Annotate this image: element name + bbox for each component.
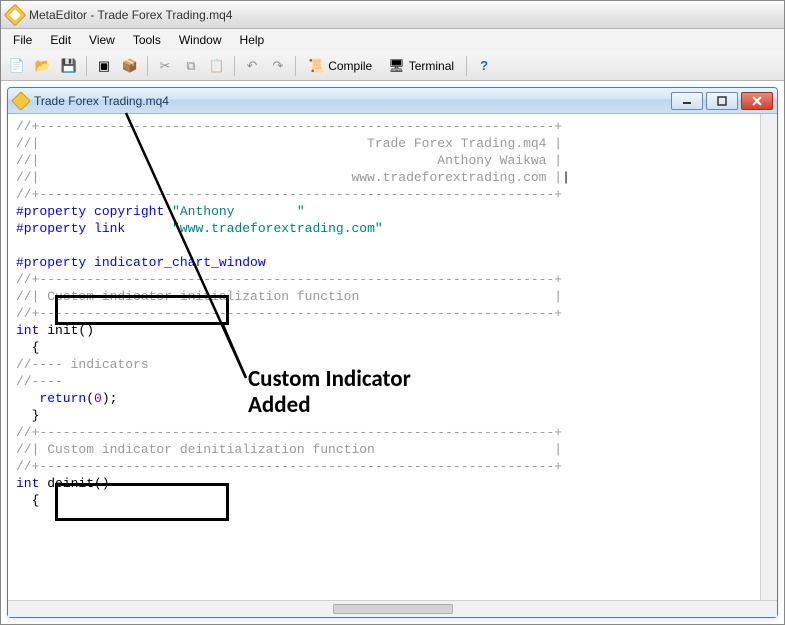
copy-icon: ⧉ bbox=[186, 59, 195, 72]
minimize-icon bbox=[682, 97, 692, 105]
code-line: //| Trade Forex Trading.mq4 | bbox=[16, 136, 562, 151]
code-token: deinit() bbox=[47, 476, 109, 491]
compile-button[interactable]: 📜 Compile bbox=[301, 54, 379, 78]
code-token: init() bbox=[47, 323, 94, 338]
terminal-icon: 🖥 bbox=[388, 59, 405, 72]
copy-button[interactable]: ⧉ bbox=[179, 54, 203, 78]
terminal-label: Terminal bbox=[409, 59, 454, 73]
code-line: //+-------------------------------------… bbox=[16, 306, 562, 321]
code-token: "Anthony " bbox=[172, 204, 305, 219]
paste-button[interactable]: 📋 bbox=[205, 54, 229, 78]
redo-button[interactable]: ↷ bbox=[266, 54, 290, 78]
toolbar-separator bbox=[86, 56, 87, 76]
help-button[interactable]: ? bbox=[472, 54, 496, 78]
close-button[interactable] bbox=[741, 92, 773, 110]
close-icon bbox=[752, 96, 762, 106]
code-token: int bbox=[16, 476, 39, 491]
code-line: //+-------------------------------------… bbox=[16, 119, 562, 134]
code-token: #property bbox=[16, 221, 86, 236]
panel-icon: ▣ bbox=[98, 59, 110, 72]
paste-icon: 📋 bbox=[209, 59, 225, 72]
code-token: ); bbox=[102, 391, 118, 406]
code-token: 0 bbox=[94, 391, 102, 406]
undo-button[interactable]: ↶ bbox=[240, 54, 264, 78]
code-token: indicator_chart_window bbox=[94, 255, 266, 270]
maximize-button[interactable] bbox=[706, 92, 738, 110]
editor-file-title: Trade Forex Trading.mq4 bbox=[34, 94, 671, 108]
maximize-icon bbox=[717, 96, 727, 106]
menu-help[interactable]: Help bbox=[232, 31, 273, 49]
code-line: //| www.tradeforextrading.com | bbox=[16, 170, 562, 185]
open-folder-icon: 📂 bbox=[35, 59, 51, 72]
menu-tools[interactable]: Tools bbox=[125, 31, 169, 49]
window-title: MetaEditor - Trade Forex Trading.mq4 bbox=[29, 8, 232, 22]
menu-edit[interactable]: Edit bbox=[42, 31, 79, 49]
code-token: #property bbox=[16, 255, 86, 270]
terminal-button[interactable]: 🖥 Terminal bbox=[381, 54, 461, 78]
menu-view[interactable]: View bbox=[81, 31, 123, 49]
code-line: //+-------------------------------------… bbox=[16, 272, 562, 287]
title-bar: MetaEditor - Trade Forex Trading.mq4 bbox=[1, 1, 784, 29]
help-icon: ? bbox=[480, 59, 488, 72]
new-file-button[interactable]: 📄 bbox=[5, 54, 29, 78]
code-token: { bbox=[16, 493, 39, 508]
code-token: return bbox=[16, 391, 86, 406]
editor-title-bar[interactable]: Trade Forex Trading.mq4 bbox=[8, 88, 777, 114]
menu-window[interactable]: Window bbox=[171, 31, 230, 49]
toolbar-separator bbox=[295, 56, 296, 76]
code-token: #property bbox=[16, 204, 86, 219]
code-token: { bbox=[16, 340, 39, 355]
minimize-button[interactable] bbox=[671, 92, 703, 110]
code-token: "www.tradeforextrading.com" bbox=[172, 221, 383, 236]
mdi-area: Trade Forex Trading.mq4 //+-------------… bbox=[1, 81, 784, 624]
code-token: ( bbox=[86, 391, 94, 406]
code-token: int bbox=[16, 323, 39, 338]
compile-icon: 📜 bbox=[308, 59, 324, 72]
menu-bar: File Edit View Tools Window Help bbox=[1, 29, 784, 51]
code-line: //+-------------------------------------… bbox=[16, 459, 562, 474]
scrollbar-thumb[interactable] bbox=[333, 604, 453, 614]
toolbar-separator bbox=[234, 56, 235, 76]
undo-icon: ↶ bbox=[247, 59, 258, 72]
file-icon bbox=[11, 91, 31, 111]
horizontal-scrollbar[interactable] bbox=[8, 600, 777, 617]
code-line: //+-------------------------------------… bbox=[16, 187, 562, 202]
code-token: } bbox=[16, 408, 39, 423]
code-line: //| Custom indicator initialization func… bbox=[16, 289, 562, 304]
toolbar-separator bbox=[147, 56, 148, 76]
code-line: //| Custom indicator deinitialization fu… bbox=[16, 442, 562, 457]
code-line: //---- bbox=[16, 374, 63, 389]
toolbar: 📄 📂 💾 ▣ 📦 ✂ ⧉ 📋 ↶ ↷ 📜 Compile 🖥 Terminal… bbox=[1, 51, 784, 81]
code-line: //| Anthony Waikwa | bbox=[16, 153, 562, 168]
redo-icon: ↷ bbox=[273, 59, 284, 72]
cut-button[interactable]: ✂ bbox=[153, 54, 177, 78]
new-file-icon: 📄 bbox=[9, 59, 25, 72]
code-line: //---- indicators bbox=[16, 357, 149, 372]
cut-icon: ✂ bbox=[160, 59, 171, 72]
app-icon bbox=[4, 3, 27, 26]
box-icon: 📦 bbox=[122, 59, 138, 72]
save-icon: 💾 bbox=[61, 59, 77, 72]
code-line: //+-------------------------------------… bbox=[16, 425, 562, 440]
menu-file[interactable]: File bbox=[5, 31, 40, 49]
code-editor[interactable]: //+-------------------------------------… bbox=[8, 114, 760, 600]
navigator-button[interactable]: ▣ bbox=[92, 54, 116, 78]
editor-window: Trade Forex Trading.mq4 //+-------------… bbox=[7, 87, 778, 618]
code-viewport: //+-------------------------------------… bbox=[8, 114, 777, 600]
vertical-scrollbar[interactable] bbox=[760, 114, 777, 600]
toolbox-button[interactable]: 📦 bbox=[118, 54, 142, 78]
toolbar-separator bbox=[466, 56, 467, 76]
code-token: link bbox=[94, 221, 125, 236]
open-file-button[interactable]: 📂 bbox=[31, 54, 55, 78]
compile-label: Compile bbox=[328, 59, 372, 73]
save-button[interactable]: 💾 bbox=[57, 54, 81, 78]
code-token: copyright bbox=[94, 204, 164, 219]
